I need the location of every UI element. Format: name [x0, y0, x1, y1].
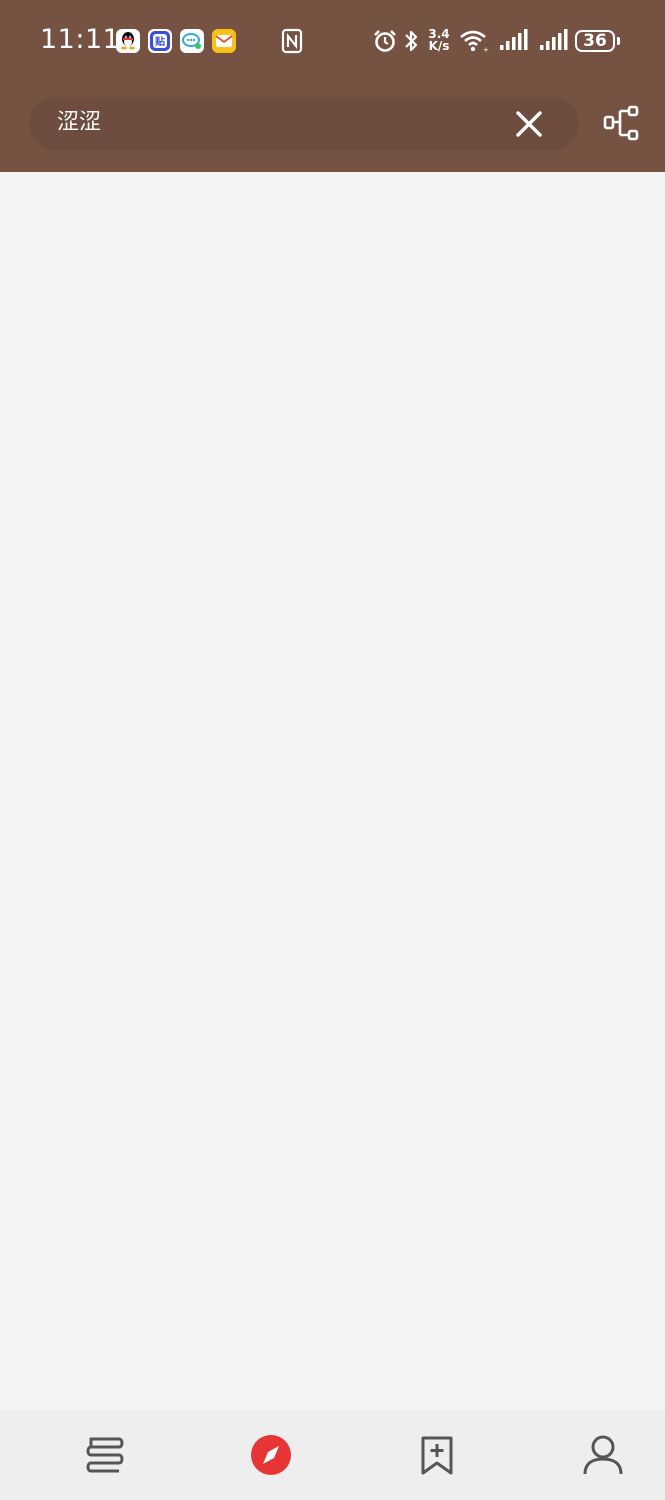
- clear-search-button[interactable]: [513, 108, 545, 140]
- nav-item-discover[interactable]: [186, 1410, 352, 1500]
- qq-icon: [116, 29, 140, 53]
- net-speed: 3.4 K/s: [427, 28, 451, 52]
- mail-icon: [212, 29, 236, 53]
- app-bar: 11:11 贴 3.4 K/s + 36 涩涩: [0, 0, 665, 172]
- bookshelf-icon: [86, 1437, 124, 1473]
- nav-item-profile[interactable]: [518, 1410, 665, 1500]
- signal-icon: [540, 29, 568, 50]
- battery-tip: [617, 37, 620, 45]
- battery-level: 36: [575, 30, 615, 52]
- nav-item-bookmarks[interactable]: [352, 1410, 518, 1500]
- tieba-icon: 贴: [148, 29, 172, 53]
- status-time: 11:11: [40, 24, 121, 55]
- compass-icon: [251, 1435, 291, 1475]
- share-button[interactable]: [603, 105, 639, 141]
- bottom-nav: [0, 1410, 665, 1500]
- wifi-icon: +: [460, 30, 489, 54]
- nfc-icon: [281, 28, 303, 54]
- net-speed-unit: K/s: [428, 39, 450, 53]
- search-input[interactable]: 涩涩: [29, 97, 579, 150]
- nav-item-bookshelf[interactable]: [20, 1410, 186, 1500]
- bluetooth-icon: [405, 30, 418, 52]
- status-bar: 11:11 贴 3.4 K/s + 36: [0, 0, 665, 84]
- messages-icon: [180, 29, 204, 53]
- svg-text:贴: 贴: [154, 35, 165, 48]
- search-query: 涩涩: [57, 110, 102, 135]
- share-nodes-icon: [603, 105, 639, 141]
- alarm-icon: [374, 30, 396, 52]
- bookmark-add-icon: [421, 1436, 453, 1475]
- user-icon: [583, 1435, 623, 1475]
- svg-text:+: +: [483, 46, 489, 54]
- close-icon: [516, 111, 542, 137]
- signal-icon: [500, 29, 528, 50]
- results-area: [0, 172, 665, 1410]
